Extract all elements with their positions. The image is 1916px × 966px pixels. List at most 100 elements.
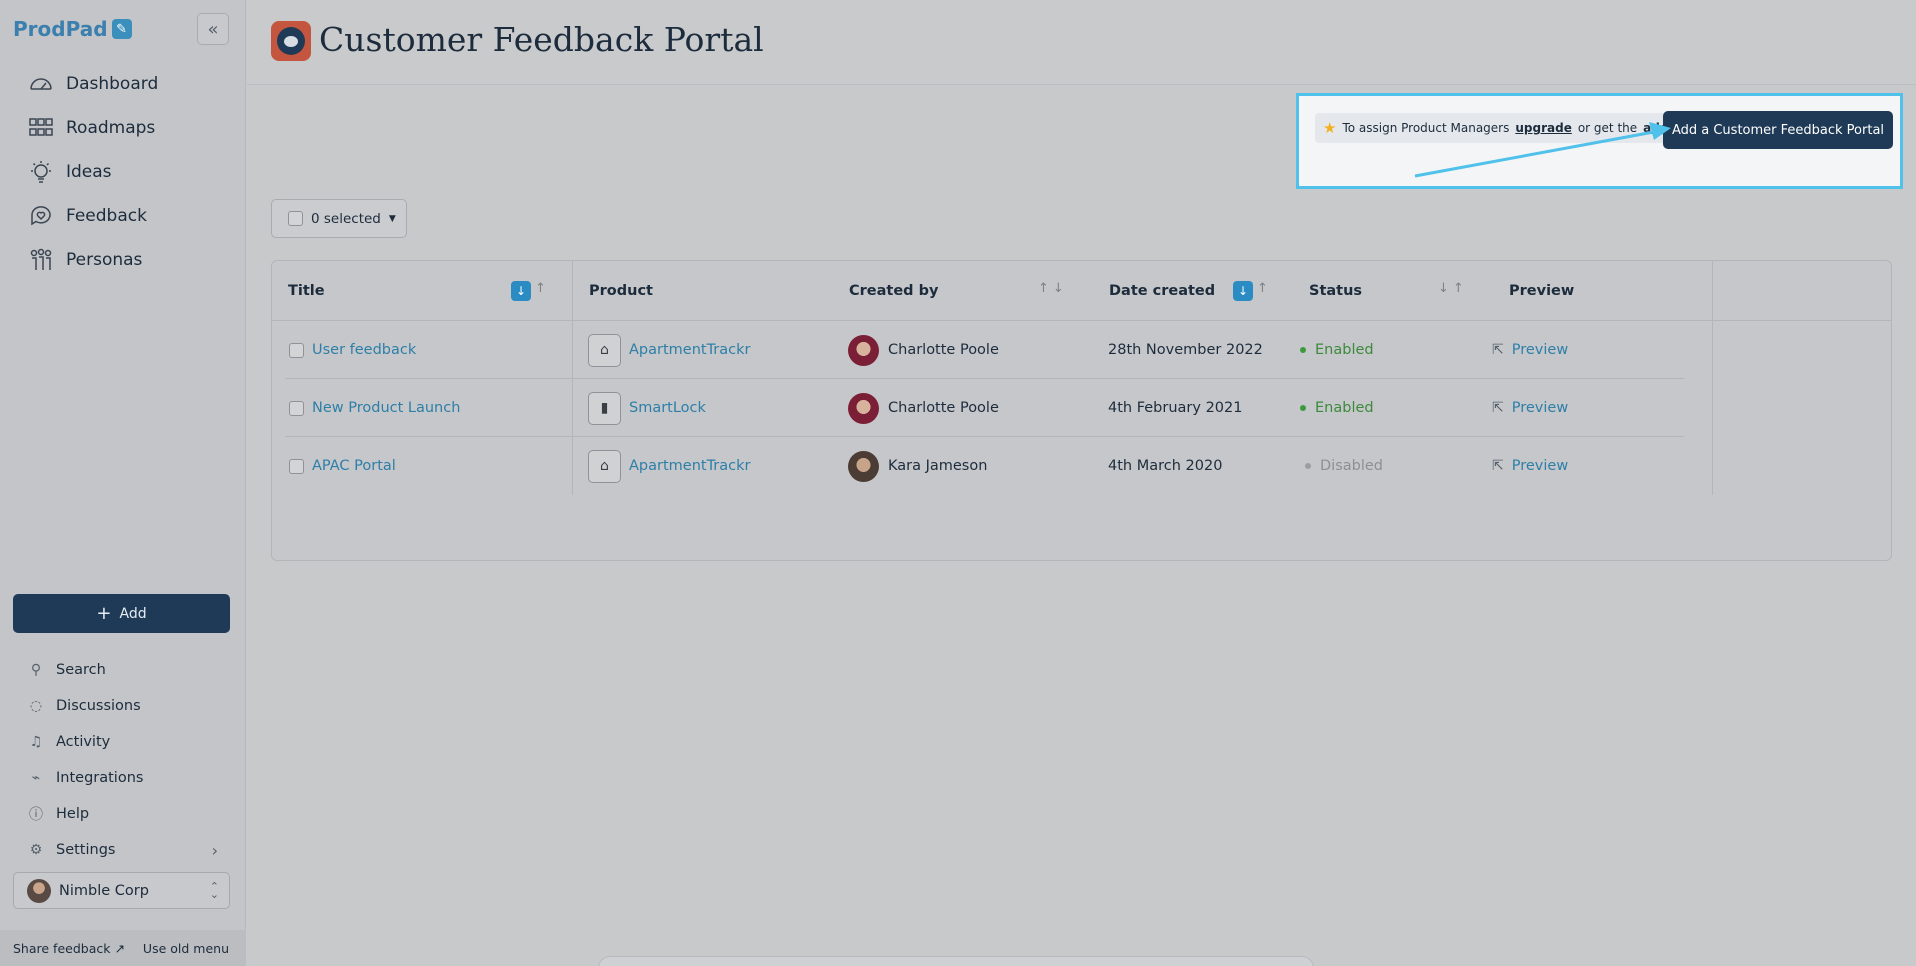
nav-item-help[interactable]: ⓘ Help	[0, 796, 246, 832]
gear-icon: ⚙	[29, 842, 43, 858]
organization-switcher[interactable]: Nimble Corp ⌃ ⌄	[13, 872, 230, 909]
double-chevron-left-icon: «	[207, 18, 219, 40]
product-cell: ⌂ ApartmentTrackr	[588, 437, 750, 495]
nav-item-settings[interactable]: ⚙ Settings ›	[0, 832, 246, 868]
creator-cell: Charlotte Poole	[848, 379, 999, 437]
date-created: 4th March 2020	[1108, 458, 1223, 474]
external-link-icon: ⇱	[1492, 342, 1504, 358]
nav-label: Roadmaps	[66, 118, 156, 138]
logo-text: ProdPad	[13, 17, 108, 41]
prodpad-logo[interactable]: ProdPad ✎	[13, 17, 132, 41]
sort-down-active-icon[interactable]: ↓	[1233, 281, 1253, 301]
nav-item-personas[interactable]: Personas	[0, 238, 246, 282]
notice-prefix: To assign Product Managers	[1342, 121, 1510, 135]
add-customer-feedback-portal-button[interactable]: Add a Customer Feedback Portal	[1663, 111, 1893, 149]
status-badge: Enabled	[1300, 379, 1374, 437]
status-sort-controls[interactable]: ↓ ↑	[1438, 281, 1464, 296]
nav-item-feedback[interactable]: Feedback	[0, 194, 246, 238]
ideas-icon	[31, 161, 51, 183]
product-logo-icon: ▮	[588, 391, 621, 425]
personas-icon	[30, 248, 52, 270]
product-link[interactable]: SmartLock	[629, 400, 706, 416]
sort-down-icon[interactable]: ↓	[1053, 281, 1064, 296]
nav-item-roadmaps[interactable]: Roadmaps	[0, 106, 246, 150]
sort-down-active-icon[interactable]: ↓	[511, 281, 531, 301]
sort-up-icon[interactable]: ↑	[1038, 281, 1049, 296]
logo-mark-icon: ✎	[111, 19, 132, 39]
roadmaps-icon	[29, 118, 53, 136]
nav-item-activity[interactable]: ♫ Activity	[0, 724, 246, 760]
highlight-callout: ★ To assign Product Managers upgrade or …	[1296, 93, 1903, 189]
bulk-select-dropdown[interactable]: 0 selected ▼	[271, 199, 407, 238]
add-button[interactable]: + Add	[13, 594, 230, 633]
nav-item-ideas[interactable]: Ideas	[0, 150, 246, 194]
title-sort-controls[interactable]: ↓ ↑	[511, 281, 546, 301]
status-dot-icon	[1300, 347, 1306, 353]
column-header-created-by[interactable]: Created by	[849, 261, 938, 321]
main-nav: Dashboard Roadmaps Ideas Feedback Person…	[0, 62, 246, 282]
column-header-date-created[interactable]: Date created	[1109, 261, 1215, 321]
product-logo-icon: ⌂	[588, 333, 621, 367]
column-header-title[interactable]: Title	[288, 261, 325, 321]
search-icon: ⚲	[30, 662, 42, 678]
nav-label: Feedback	[66, 206, 147, 226]
feedback-icon	[31, 206, 51, 226]
upgrade-link[interactable]: upgrade	[1515, 121, 1571, 135]
discussions-icon: ◌	[29, 698, 43, 714]
table-header: Title ↓ ↑ Product Created by ↑ ↓ Date crea…	[272, 261, 1891, 321]
product-link[interactable]: ApartmentTrackr	[629, 458, 750, 474]
page-header: Customer Feedback Portal	[247, 0, 1916, 85]
share-feedback-link[interactable]: Share feedback ↗	[13, 941, 125, 956]
row-checkbox-cell	[289, 437, 304, 495]
column-header-product[interactable]: Product	[589, 261, 653, 321]
help-icon: ⓘ	[29, 807, 43, 823]
sort-down-icon[interactable]: ↓	[1438, 281, 1449, 296]
date-sort-controls[interactable]: ↓ ↑	[1233, 281, 1268, 301]
org-avatar	[27, 878, 51, 903]
creator-cell: Kara Jameson	[848, 437, 987, 495]
nav-item-discussions[interactable]: ◌ Discussions	[0, 688, 246, 724]
sort-up-icon[interactable]: ↑	[1257, 281, 1268, 301]
preview-link[interactable]: Preview	[1512, 342, 1568, 358]
portal-title-link[interactable]: User feedback	[312, 321, 416, 379]
nav-item-integrations[interactable]: ⌁ Integrations	[0, 760, 246, 796]
row-checkbox[interactable]	[289, 342, 304, 358]
caret-down-icon: ▼	[388, 213, 396, 224]
status-text: Enabled	[1315, 342, 1374, 358]
product-logo-icon: ⌂	[588, 449, 621, 483]
avatar	[848, 392, 879, 424]
avatar	[848, 334, 879, 366]
status-text: Enabled	[1315, 400, 1374, 416]
row-checkbox[interactable]	[289, 400, 304, 416]
creator-name: Kara Jameson	[888, 458, 988, 474]
use-old-menu-link[interactable]: Use old menu	[143, 941, 229, 956]
sort-up-icon[interactable]: ↑	[535, 281, 546, 301]
external-link-icon: ⇱	[1492, 458, 1504, 474]
portal-title-link[interactable]: APAC Portal	[312, 437, 396, 495]
status-dot-icon	[1300, 405, 1306, 411]
status-dot-icon	[1305, 463, 1311, 469]
sort-up-icon[interactable]: ↑	[1453, 281, 1464, 296]
select-all-checkbox[interactable]	[288, 211, 303, 226]
nav-item-dashboard[interactable]: Dashboard	[0, 62, 246, 106]
bottom-drawer-handle[interactable]	[598, 956, 1314, 966]
preview-link[interactable]: Preview	[1512, 400, 1568, 416]
preview-link[interactable]: Preview	[1512, 458, 1568, 474]
column-header-status[interactable]: Status	[1309, 261, 1362, 321]
nav-item-search[interactable]: ⚲ Search	[0, 652, 246, 688]
nav-label: Personas	[66, 250, 143, 270]
product-link[interactable]: ApartmentTrackr	[629, 342, 750, 358]
row-checkbox[interactable]	[289, 458, 304, 474]
table-row: New Product Launch ▮ SmartLock Charlotte…	[272, 379, 1694, 437]
secondary-nav: ⚲ Search ◌ Discussions ♫ Activity ⌁ Inte…	[0, 652, 246, 868]
portal-title-link[interactable]: New Product Launch	[312, 379, 460, 437]
status-text: Disabled	[1320, 458, 1383, 474]
nav-label: Help	[56, 806, 90, 822]
sidebar-footer: Share feedback ↗ Use old menu	[0, 930, 246, 966]
nav-label: Ideas	[66, 162, 112, 182]
collapse-sidebar-button[interactable]: «	[197, 13, 229, 45]
creator-cell: Charlotte Poole	[848, 321, 999, 379]
plug-icon: ⌁	[31, 770, 41, 786]
created-by-sort-controls[interactable]: ↑ ↓	[1038, 281, 1064, 296]
star-icon: ★	[1323, 119, 1337, 137]
